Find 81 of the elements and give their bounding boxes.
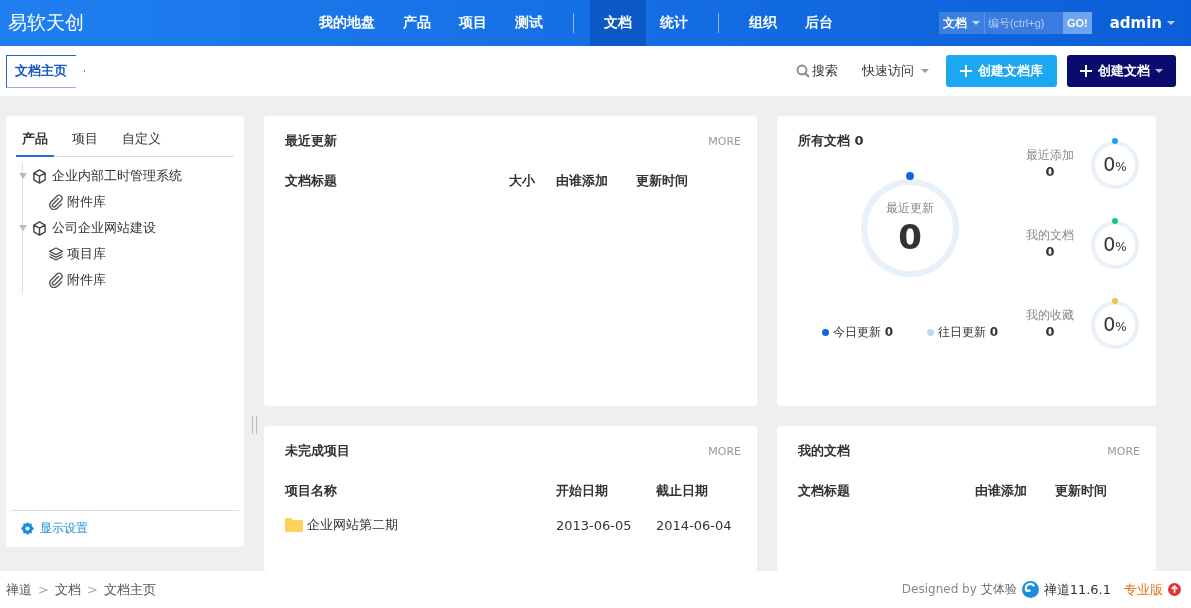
- gear-icon: [21, 522, 34, 535]
- logo-icon: [1021, 581, 1039, 598]
- column-header: 更新时间: [636, 172, 689, 190]
- column-header: 由谁添加: [975, 482, 1028, 500]
- card-title: 最近更新: [285, 132, 337, 150]
- expand-toggle-icon[interactable]: [19, 225, 27, 231]
- column-header: 开始日期: [556, 482, 609, 500]
- ring-label: 最近更新: [886, 200, 934, 217]
- id-search-field[interactable]: 编号(ctrl+g): [983, 12, 1063, 34]
- search-link[interactable]: 搜索: [796, 62, 838, 80]
- breadcrumb-link[interactable]: 禅道: [6, 580, 32, 599]
- column-header: 截止日期: [656, 482, 709, 500]
- plus-icon: [960, 65, 972, 77]
- sidebar-tab[interactable]: 项目: [66, 126, 104, 157]
- column-header: 项目名称: [285, 482, 338, 500]
- ring-value: 0: [898, 217, 922, 257]
- project-link[interactable]: 企业网站第二期: [307, 516, 398, 534]
- column-header: 文档标题: [285, 172, 338, 190]
- cube-icon: [32, 168, 47, 184]
- percent-value: 0%: [1102, 233, 1128, 255]
- plus-icon: [1080, 65, 1092, 77]
- table-cell-text: 2014-06-04: [656, 517, 733, 533]
- breadcrumb-tab[interactable]: 文档主页: [6, 54, 85, 88]
- tree-item[interactable]: 企业内部工时管理系统: [52, 167, 182, 185]
- tree-item[interactable]: 公司企业网站建设: [52, 219, 156, 237]
- paperclip-icon: [48, 272, 64, 288]
- resize-handle[interactable]: [252, 416, 257, 434]
- column-header: 由谁添加: [556, 172, 609, 190]
- designer-credit: Designed by 艾体验: [901, 581, 1017, 598]
- progress-ring: [1090, 136, 1140, 190]
- folder-icon: [285, 518, 303, 532]
- tree-item[interactable]: 项目库: [67, 245, 106, 263]
- nav-tab[interactable]: 测试: [501, 0, 557, 46]
- legend-label: 往日更新 0: [938, 324, 999, 341]
- cube-icon: [32, 220, 47, 236]
- stat-label: 我的收藏: [1026, 307, 1074, 324]
- display-settings-link[interactable]: 显示设置: [21, 520, 229, 537]
- nav-tab[interactable]: 产品: [389, 0, 445, 46]
- column-header: 文档标题: [798, 482, 851, 500]
- card-title: 我的文档: [798, 442, 850, 460]
- nav-tab[interactable]: 文档: [590, 0, 646, 46]
- table-cell-text: 2013-06-05: [556, 517, 633, 533]
- brand-logo[interactable]: 易软天创: [8, 10, 88, 36]
- paperclip-icon: [48, 194, 64, 210]
- quick-access-dropdown[interactable]: 快速访问: [862, 62, 929, 80]
- nav-tab[interactable]: 项目: [445, 0, 501, 46]
- nav-tab[interactable]: 我的地盘: [305, 0, 389, 46]
- tree-item[interactable]: 附件库: [67, 193, 106, 211]
- breadcrumb-separator: >: [86, 582, 98, 597]
- stat-label: 最近添加: [1026, 147, 1074, 164]
- percent-value: 0%: [1102, 313, 1128, 335]
- stat-label: 我的文档: [1026, 227, 1074, 244]
- progress-ring: [1090, 296, 1140, 350]
- stat-value: 0: [1045, 324, 1055, 339]
- nav-tab[interactable]: 组织: [735, 0, 791, 46]
- stat-value: 0: [1045, 164, 1055, 179]
- create-document-button[interactable]: 创建文档: [1067, 55, 1176, 87]
- nav-tab[interactable]: 后台: [791, 0, 847, 46]
- layers-icon: [48, 246, 64, 262]
- column-header: 更新时间: [1055, 482, 1108, 500]
- upgrade-icon: [1168, 583, 1181, 596]
- search-icon: [796, 64, 810, 78]
- edition-link[interactable]: 专业版: [1124, 580, 1163, 599]
- percent-value: 0%: [1102, 153, 1128, 175]
- sidebar-tab[interactable]: 自定义: [116, 126, 167, 157]
- progress-ring: [1090, 216, 1140, 270]
- breadcrumb-link[interactable]: 文档主页: [103, 580, 156, 599]
- column-header: 大小: [509, 172, 536, 190]
- card-title: 未完成项目: [285, 442, 350, 460]
- legend-label: 今日更新 0: [832, 324, 893, 341]
- breadcrumb-link[interactable]: 文档: [54, 580, 81, 599]
- card-title: 所有文档 0: [798, 132, 864, 150]
- sidebar-tab[interactable]: 产品: [16, 126, 54, 157]
- stat-value: 0: [1045, 244, 1055, 259]
- tree-item[interactable]: 附件库: [67, 271, 106, 289]
- user-menu[interactable]: admin: [1109, 14, 1175, 32]
- version-link[interactable]: 禅道11.6.1: [1043, 580, 1111, 599]
- search-type-dropdown[interactable]: 文档: [938, 12, 984, 34]
- expand-toggle-icon[interactable]: [19, 173, 27, 179]
- breadcrumb-separator: >: [38, 582, 49, 597]
- nav-tab[interactable]: 统计: [646, 0, 702, 46]
